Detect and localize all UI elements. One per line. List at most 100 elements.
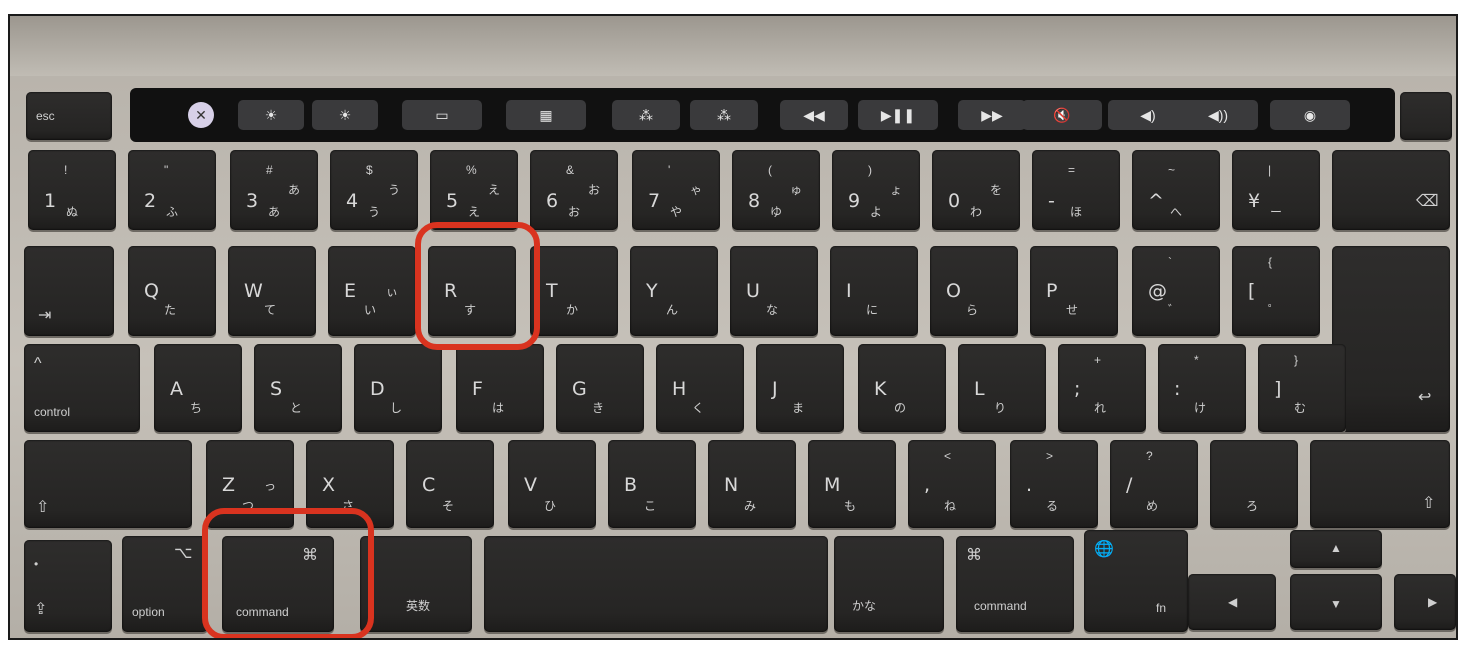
kana-label: く	[692, 401, 705, 415]
right-shift-key[interactable]: ⇧	[1310, 440, 1450, 528]
key-2-num[interactable]: " 2 ふ	[128, 150, 216, 230]
key-][interactable]: }] む	[1258, 344, 1346, 432]
key-U[interactable]: Uな	[730, 246, 818, 336]
launchpad-icon[interactable]: ▦	[506, 100, 586, 130]
key-S[interactable]: Sと	[254, 344, 342, 432]
key-F[interactable]: Fは	[456, 344, 544, 432]
key-W[interactable]: Wて	[228, 246, 316, 336]
key-ro[interactable]: ろ	[1210, 440, 1298, 528]
kana-label: め	[1146, 499, 1159, 513]
touch-id-key[interactable]	[1400, 92, 1452, 140]
arrow-right-key[interactable]: ▶	[1394, 574, 1456, 630]
fast-forward-icon[interactable]: ▶▶	[958, 100, 1026, 130]
key-Q[interactable]: Qた	[128, 246, 216, 336]
highlight-command-key	[202, 508, 374, 638]
mute-icon[interactable]: 🔇	[1022, 100, 1102, 130]
key-E[interactable]: Eいぃ	[328, 246, 416, 336]
volume-up-icon[interactable]: ◀))	[1178, 100, 1258, 130]
key-13-num[interactable]: | ¥ ー	[1232, 150, 1320, 230]
key-D[interactable]: Dし	[354, 344, 442, 432]
kana-alt-label: ゃ	[690, 183, 703, 197]
shift-label: *	[1194, 353, 1199, 367]
kana-label: ゛	[1168, 303, 1181, 317]
arrow-up-key[interactable]: ▲	[1290, 530, 1382, 568]
esc-label: esc	[36, 109, 55, 123]
key-6-num[interactable]: & 6 おお	[530, 150, 618, 230]
keyboard-backlight-up-icon[interactable]: ⁂	[690, 100, 758, 130]
key-10-num[interactable]: 0わを	[932, 150, 1020, 230]
main-label: J	[772, 378, 778, 400]
key-A[interactable]: Aち	[154, 344, 242, 432]
key-J[interactable]: Jま	[756, 344, 844, 432]
key-K[interactable]: Kの	[858, 344, 946, 432]
main-label: M	[824, 474, 841, 496]
left-shift-key[interactable]: ⇧	[24, 440, 192, 528]
brightness-down-icon[interactable]: ☀	[238, 100, 304, 130]
delete-key[interactable]: ⌫	[1332, 150, 1450, 230]
option-label: option	[132, 605, 165, 619]
control-key[interactable]: ^ control	[24, 344, 140, 432]
main-label: 0	[948, 190, 961, 212]
key-I[interactable]: Iに	[830, 246, 918, 336]
key-5-num[interactable]: % 5 ええ	[430, 150, 518, 230]
keyboard-backlight-down-icon[interactable]: ⁂	[612, 100, 680, 130]
key-B[interactable]: Bこ	[608, 440, 696, 528]
mission-control-icon[interactable]: ▭	[402, 100, 482, 130]
key-12-num[interactable]: ~ ^ へ	[1132, 150, 1220, 230]
key-1-num[interactable]: ! 1 ぬ	[28, 150, 116, 230]
key-9-num[interactable]: ) 9 よょ	[832, 150, 920, 230]
key-[[interactable]: {[゜	[1232, 246, 1320, 336]
volume-down-icon[interactable]: ◀)	[1108, 100, 1188, 130]
key-.[interactable]: >. る	[1010, 440, 1098, 528]
key-3-num[interactable]: #3 ああ	[230, 150, 318, 230]
main-label: K	[874, 378, 887, 400]
kana-label: た	[164, 303, 177, 317]
caps-lock-icon: ⇪	[34, 601, 48, 618]
key-H[interactable]: Hく	[656, 344, 744, 432]
key-11-num[interactable]: = - ほ	[1032, 150, 1120, 230]
key-/[interactable]: ? / め	[1110, 440, 1198, 528]
siri-icon[interactable]: ◉	[1270, 100, 1350, 130]
control-glyph: ^	[34, 355, 42, 372]
space-key[interactable]	[484, 536, 828, 632]
kana-label: ゜	[1268, 303, 1281, 317]
kana-key[interactable]: かな	[834, 536, 944, 632]
key-N[interactable]: Nみ	[708, 440, 796, 528]
key-7-num[interactable]: ' 7 やゃ	[632, 150, 720, 230]
tab-key[interactable]: ⇥	[24, 246, 114, 336]
key-4-num[interactable]: $4 うう	[330, 150, 418, 230]
key-C[interactable]: Cそ	[406, 440, 494, 528]
main-label: 3	[246, 190, 259, 212]
command-key-right[interactable]: ⌘ command	[956, 536, 1074, 632]
key-P[interactable]: Pせ	[1030, 246, 1118, 336]
kana-label: わ	[970, 205, 983, 219]
arrow-down-key[interactable]: ▼	[1290, 574, 1382, 630]
key-@[interactable]: ` @ ゛	[1132, 246, 1220, 336]
close-icon[interactable]: ✕	[188, 102, 214, 128]
key-L[interactable]: Lり	[958, 344, 1046, 432]
option-key[interactable]: ⌥ option	[122, 536, 208, 632]
rewind-icon[interactable]: ◀◀	[780, 100, 848, 130]
return-key[interactable]: ↩	[1332, 246, 1450, 432]
arrow-up-icon: ▲	[1330, 541, 1342, 555]
key-V[interactable]: Vひ	[508, 440, 596, 528]
key-T[interactable]: Tか	[530, 246, 618, 336]
key-O[interactable]: Oら	[930, 246, 1018, 336]
caps-lock-key[interactable]: • ⇪	[24, 540, 112, 632]
eisu-key[interactable]: 英数	[360, 536, 472, 632]
brightness-up-icon[interactable]: ☀	[312, 100, 378, 130]
key-;[interactable]: +; れ	[1058, 344, 1146, 432]
play-pause-icon[interactable]: ▶❚❚	[858, 100, 938, 130]
esc-key[interactable]: esc	[26, 92, 112, 140]
key-G[interactable]: Gき	[556, 344, 644, 432]
shift-label: &	[566, 163, 575, 177]
key-,[interactable]: <, ね	[908, 440, 996, 528]
key-8-num[interactable]: (8 ゆゅ	[732, 150, 820, 230]
shift-label: !	[64, 163, 68, 177]
key-:[interactable]: *: け	[1158, 344, 1246, 432]
arrow-left-key[interactable]: ◀	[1188, 574, 1276, 630]
fn-key[interactable]: 🌐 fn	[1084, 530, 1188, 632]
key-M[interactable]: Mも	[808, 440, 896, 528]
main-label: Z	[222, 474, 236, 496]
key-Y[interactable]: Yん	[630, 246, 718, 336]
